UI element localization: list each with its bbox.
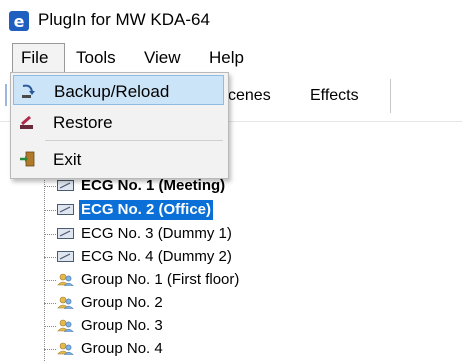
group-icon bbox=[57, 296, 74, 309]
group-icon bbox=[57, 273, 74, 286]
ecg-device-icon bbox=[57, 180, 74, 191]
backup-icon bbox=[22, 84, 35, 98]
menu-item-backup-reload[interactable]: Backup/Reload bbox=[13, 75, 224, 105]
restore-icon bbox=[20, 115, 33, 129]
tree-item-label: Group No. 2 bbox=[81, 294, 163, 311]
device-tree: ECG No. 1 (Meeting) ECG No. 2 (Office) E… bbox=[0, 0, 462, 361]
menu-item-exit[interactable]: Exit bbox=[13, 144, 224, 174]
menu-item-label: Restore bbox=[53, 113, 113, 132]
tree-item-label: Group No. 4 bbox=[81, 340, 163, 357]
menu-item-restore[interactable]: Restore bbox=[13, 107, 224, 137]
group-icon bbox=[57, 342, 74, 355]
menu-item-label: Backup/Reload bbox=[54, 82, 170, 101]
tree-item-label: Group No. 1 (First floor) bbox=[81, 271, 240, 288]
group-icon bbox=[57, 319, 74, 332]
menu-separator bbox=[45, 140, 223, 141]
tree-item-label: Group No. 3 bbox=[81, 317, 163, 334]
tree-item-label: ECG No. 1 (Meeting) bbox=[81, 177, 226, 194]
ecg-device-icon bbox=[57, 251, 74, 262]
tree-item-label: ECG No. 2 (Office) bbox=[79, 200, 214, 220]
ecg-device-icon bbox=[57, 228, 74, 239]
file-menu-dropdown: Backup/Reload Restore Exit bbox=[10, 72, 229, 179]
menu-item-label: Exit bbox=[53, 150, 82, 169]
exit-icon bbox=[20, 151, 35, 167]
tree-connector-line bbox=[44, 180, 45, 361]
tree-item-label: ECG No. 4 (Dummy 2) bbox=[81, 248, 232, 265]
ecg-device-icon bbox=[57, 204, 74, 215]
tree-item-label: ECG No. 3 (Dummy 1) bbox=[81, 225, 232, 242]
